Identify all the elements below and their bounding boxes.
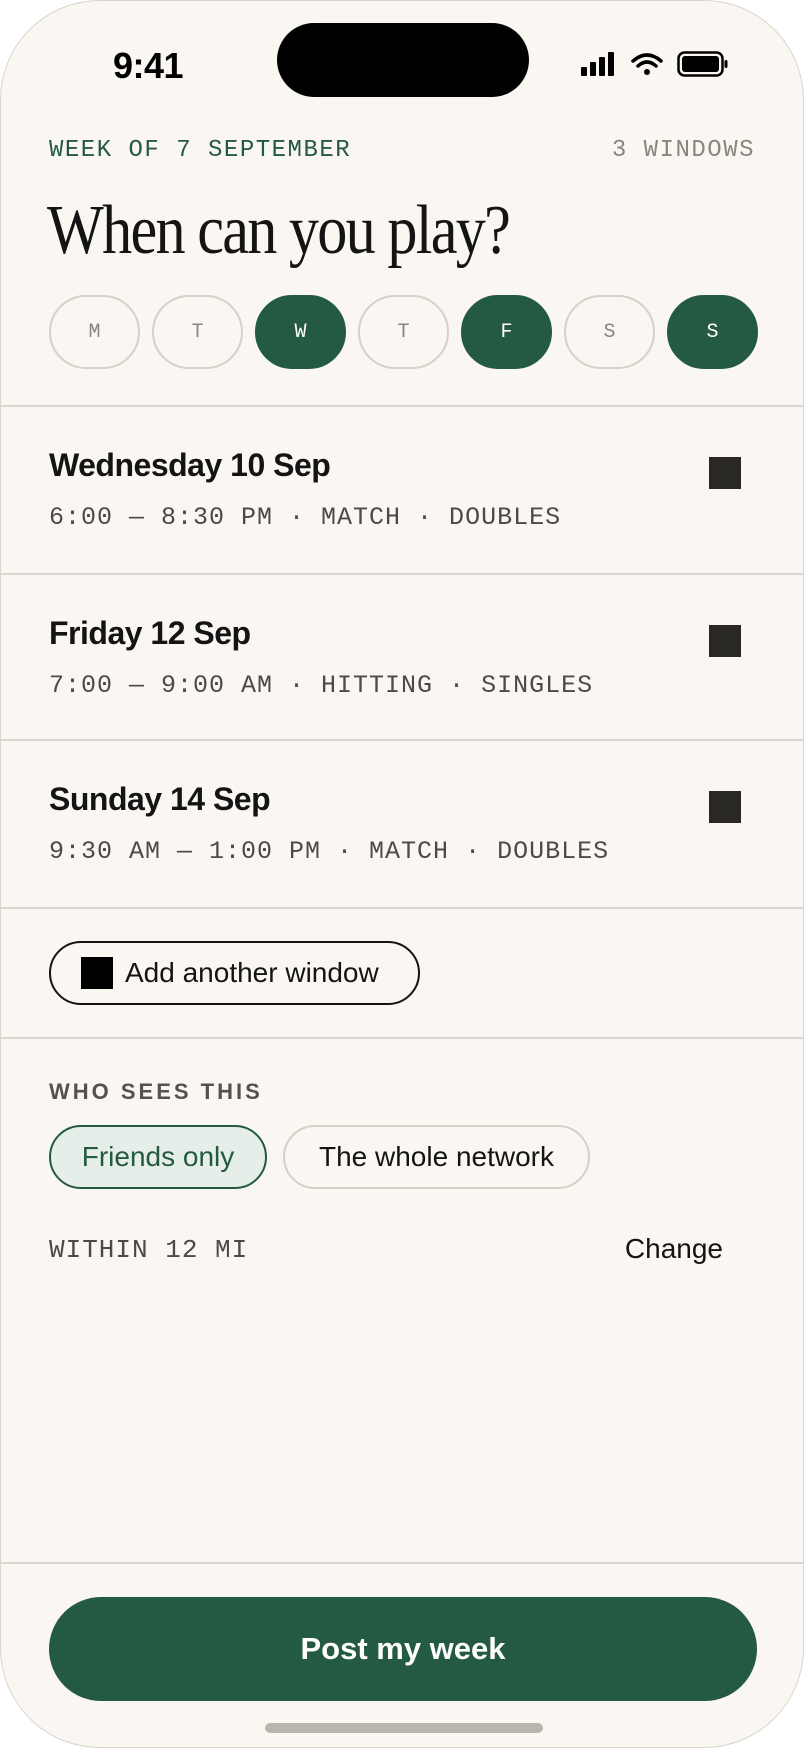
plus-icon — [81, 957, 113, 989]
signal-icon — [581, 52, 614, 76]
day-picker: M T W T F S S — [49, 295, 758, 369]
window-options-icon[interactable] — [709, 457, 741, 489]
status-icons — [581, 51, 729, 77]
change-radius-link[interactable]: Change — [625, 1233, 723, 1265]
day-toggle-sun[interactable]: S — [667, 295, 758, 369]
time-window-row[interactable]: Sunday 14 Sep 9:30 AM — 1:00 PM · MATCH … — [1, 741, 803, 907]
window-options-icon[interactable] — [709, 791, 741, 823]
day-toggle-wed[interactable]: W — [255, 295, 346, 369]
time-window-row[interactable]: Friday 12 Sep 7:00 — 9:00 AM · HITTING ·… — [1, 575, 803, 741]
dynamic-island — [277, 23, 529, 97]
visibility-option-friends[interactable]: Friends only — [49, 1125, 267, 1189]
window-details: 6:00 — 8:30 PM · MATCH · DOUBLES — [49, 503, 562, 532]
visibility-option-network[interactable]: The whole network — [283, 1125, 590, 1189]
post-week-button[interactable]: Post my week — [49, 1597, 757, 1701]
add-window-label: Add another window — [125, 957, 379, 988]
radius-label: WITHIN 12 MI — [49, 1235, 249, 1265]
window-details: 7:00 — 9:00 AM · HITTING · SINGLES — [49, 671, 594, 700]
add-window-button[interactable]: Add another window — [49, 941, 420, 1005]
divider — [1, 907, 803, 909]
windows-count: 3 WINDOWS — [611, 137, 755, 164]
wifi-icon — [631, 53, 663, 75]
window-day: Wednesday 10 Sep — [49, 447, 331, 483]
day-toggle-mon[interactable]: M — [49, 295, 140, 369]
divider — [1, 1562, 803, 1564]
day-toggle-tue[interactable]: T — [152, 295, 243, 369]
day-toggle-sat[interactable]: S — [564, 295, 655, 369]
window-options-icon[interactable] — [709, 625, 741, 657]
window-day: Sunday 14 Sep — [49, 781, 271, 817]
page-title: When can you play? — [47, 192, 511, 269]
day-toggle-thu[interactable]: T — [358, 295, 449, 369]
battery-icon — [677, 51, 728, 77]
home-indicator[interactable] — [265, 1723, 543, 1733]
time-window-row[interactable]: Wednesday 10 Sep 6:00 — 8:30 PM · MATCH … — [1, 407, 803, 573]
divider — [1, 1037, 803, 1039]
week-label: WEEK OF 7 SEPTEMBER — [49, 137, 352, 164]
window-day: Friday 12 Sep — [49, 615, 251, 651]
visibility-label: WHO SEES THIS — [49, 1079, 263, 1104]
phone-screen: 9:41 WEEK OF 7 SEPTEMBER 3 WINDOWS When … — [0, 0, 804, 1748]
status-time: 9:41 — [113, 45, 184, 86]
window-details: 9:30 AM — 1:00 PM · MATCH · DOUBLES — [49, 837, 610, 866]
day-toggle-fri[interactable]: F — [461, 295, 552, 369]
